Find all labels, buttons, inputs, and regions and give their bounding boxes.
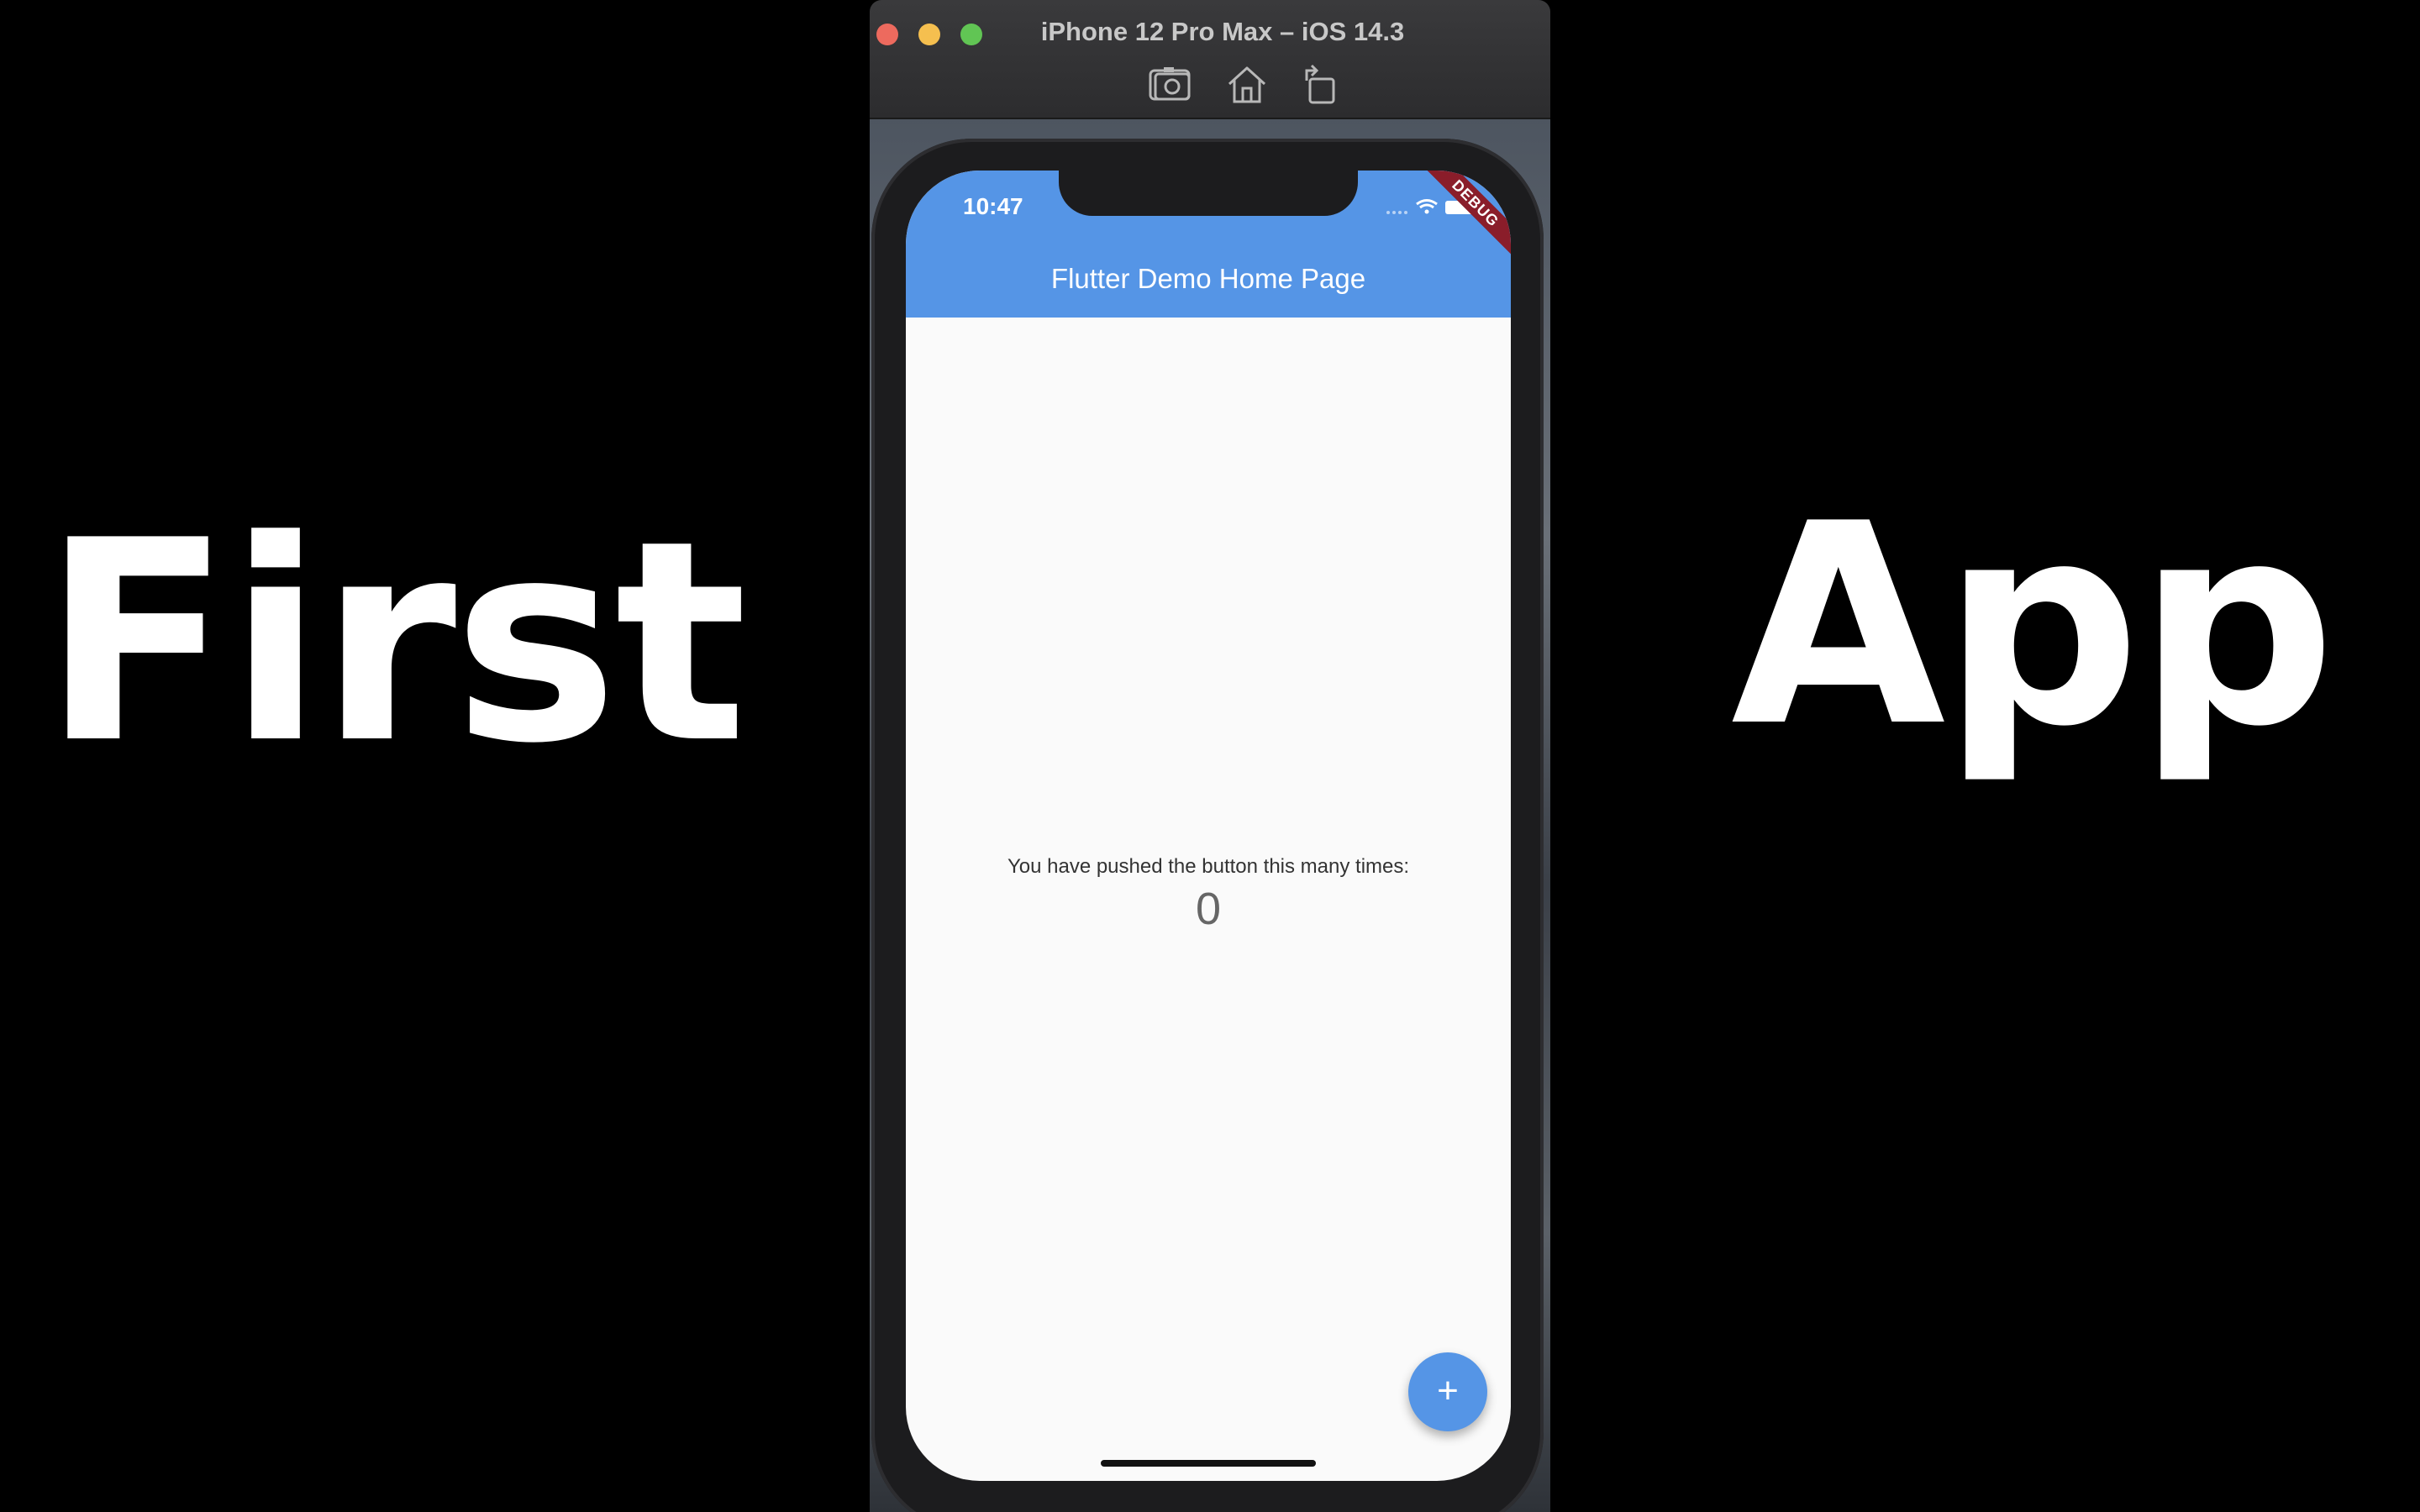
window-title: iPhone 12 Pro Max – iOS 14.3: [1040, 17, 1405, 46]
counter-label: You have pushed the button this many tim…: [1007, 855, 1410, 878]
debug-banner: DEBUG: [1408, 171, 1511, 270]
rotate-icon[interactable]: [1298, 62, 1344, 108]
simulator-toolbar: [1113, 62, 1340, 108]
home-indicator[interactable]: [1101, 1460, 1316, 1467]
simulator-titlebar: iPhone 12 Pro Max – iOS 14.3: [870, 0, 1550, 119]
phone-screen: 10:47 Flutter Demo Home Page DEBUG You h…: [906, 171, 1511, 1481]
camera-icon[interactable]: [1147, 62, 1192, 108]
phone-notch: [1059, 171, 1358, 216]
signal-icon: [1386, 211, 1407, 214]
app-bar: 10:47 Flutter Demo Home Page DEBUG: [906, 171, 1511, 318]
counter-value: 0: [1195, 884, 1222, 934]
app-title: Flutter Demo Home Page: [1050, 263, 1366, 294]
status-time: 10:47: [963, 193, 1023, 219]
stage: First App iPhone 12 Pro Max – iOS 14.3 1…: [0, 0, 2420, 1512]
wifi-icon: [1416, 199, 1438, 214]
home-icon[interactable]: [1224, 62, 1270, 108]
overlay-word-app: App: [1731, 465, 2336, 787]
increment-button[interactable]: +: [1408, 1352, 1487, 1431]
overlay-word-first: First: [42, 481, 747, 804]
